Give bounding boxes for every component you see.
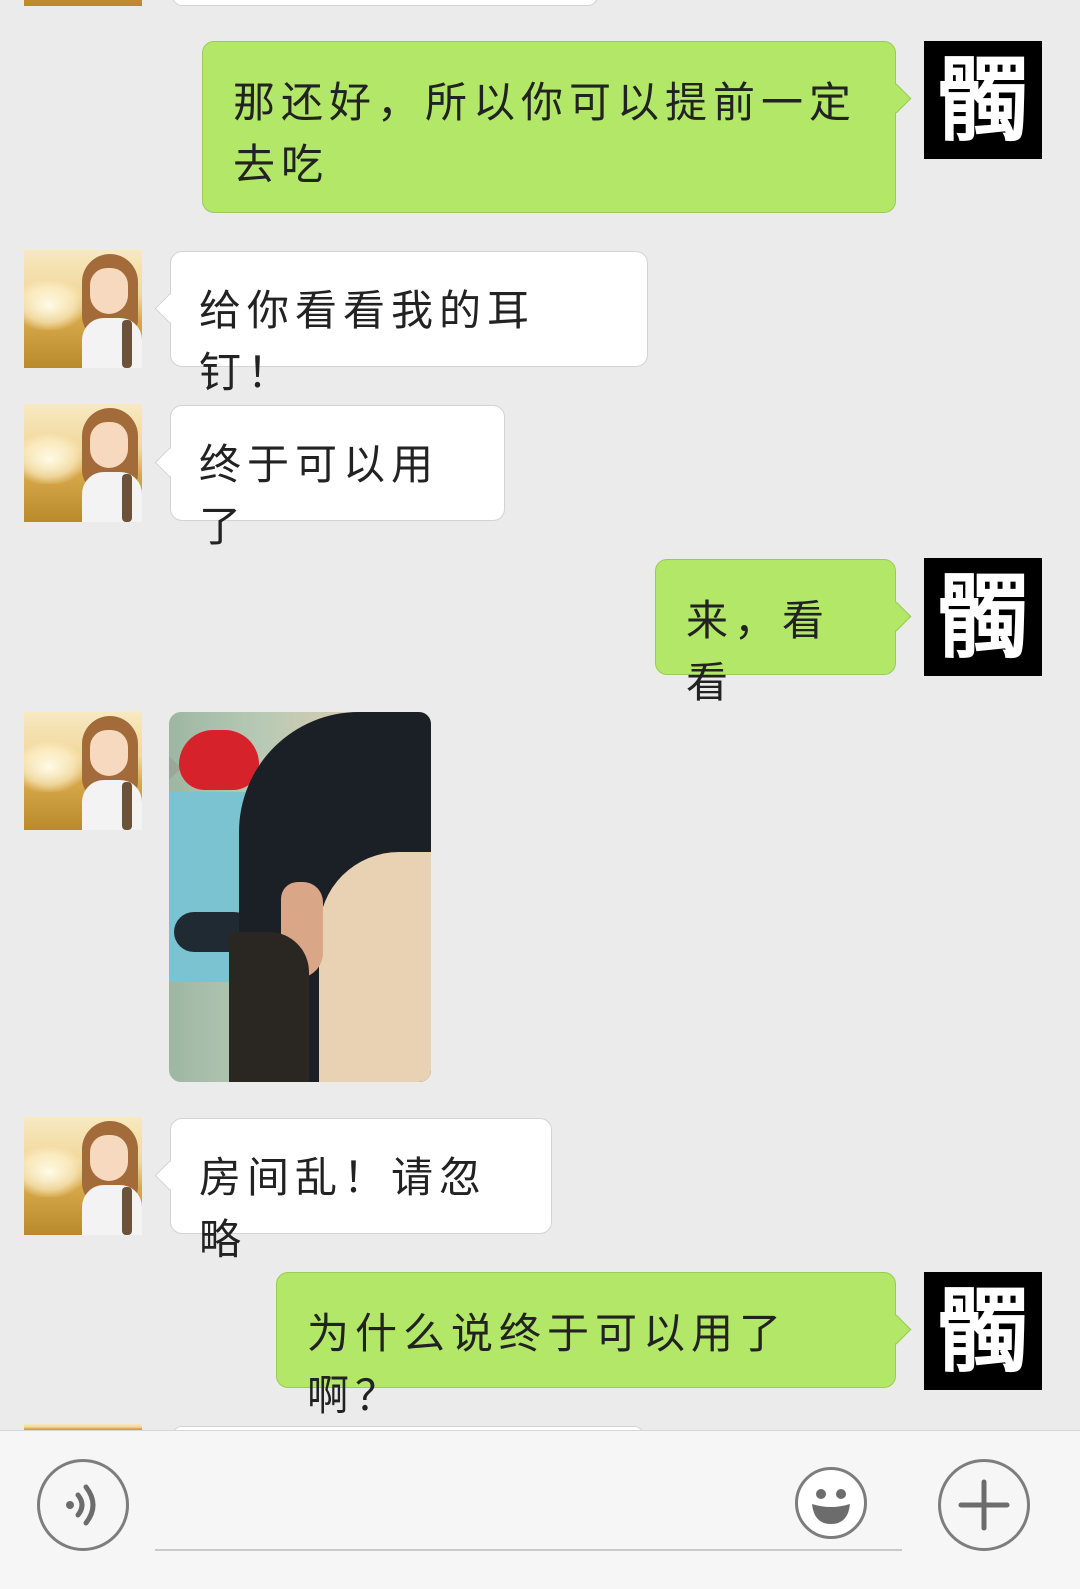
message-text: 来，看看 [686, 596, 831, 707]
avatar-face [90, 422, 128, 468]
more-options-button[interactable] [938, 1459, 1030, 1551]
photo-hair-strand [229, 932, 309, 1082]
voice-icon [66, 1484, 96, 1526]
avatar-glyph: 髑 [936, 46, 1029, 154]
emoji-button[interactable] [795, 1467, 867, 1539]
message-list[interactable]: 那还好，所以你可以提前一定去吃 髑 给你看看我的耳钉！ 终于可以用了 来，看看 … [0, 0, 1080, 1430]
photo-red-object [179, 730, 259, 790]
avatar-bag-strap [122, 782, 132, 830]
photo-neck [319, 852, 431, 1082]
plus-icon [958, 1479, 1010, 1531]
voice-button[interactable] [37, 1459, 129, 1551]
message-bubble-incoming[interactable]: 终于可以用了 [170, 405, 505, 551]
avatar-shirt [82, 318, 142, 368]
my-avatar[interactable]: 髑 [924, 41, 1042, 159]
contact-avatar[interactable] [24, 712, 142, 830]
emoji-icon [812, 1489, 850, 1524]
avatar-glyph: 髑 [936, 1277, 1029, 1385]
message-bubble-incoming[interactable]: 给你看看我的耳钉！ [170, 251, 648, 397]
avatar-sunlight [24, 280, 84, 330]
contact-avatar[interactable] [24, 250, 142, 368]
contact-avatar[interactable] [24, 1117, 142, 1235]
avatar-shirt [82, 780, 142, 830]
my-avatar[interactable]: 髑 [924, 1272, 1042, 1390]
chat-screen: 那还好，所以你可以提前一定去吃 髑 给你看看我的耳钉！ 终于可以用了 来，看看 … [0, 0, 1080, 1589]
message-bubble-outgoing[interactable]: 来，看看 [655, 559, 896, 707]
message-input[interactable] [155, 1549, 902, 1551]
message-bubble-incoming[interactable]: 房间乱！请忽略 [170, 1118, 552, 1264]
avatar-face [90, 730, 128, 776]
avatar-sunlight [24, 434, 84, 484]
avatar-face [90, 1135, 128, 1181]
message-bubble-outgoing[interactable]: 那还好，所以你可以提前一定去吃 [202, 41, 896, 213]
contact-avatar[interactable] [24, 404, 142, 522]
my-avatar[interactable]: 髑 [924, 558, 1042, 676]
avatar-face [90, 268, 128, 314]
avatar-sunlight [24, 1147, 84, 1197]
image-message[interactable] [169, 712, 431, 1082]
contact-avatar[interactable] [24, 0, 142, 6]
message-text: 房间乱！请忽略 [199, 1153, 488, 1264]
avatar-shirt [82, 472, 142, 522]
message-bubble-outgoing[interactable]: 为什么说终于可以用了啊？ [276, 1272, 896, 1420]
message-text: 给你看看我的耳钉！ [199, 286, 536, 397]
message-text: 终于可以用了 [199, 440, 440, 551]
message-text: 那还好，所以你可以提前一定去吃 [233, 78, 858, 189]
avatar-shirt [82, 1185, 142, 1235]
avatar-bag-strap [122, 320, 132, 368]
message-text: 为什么说终于可以用了啊？ [307, 1309, 788, 1420]
partial-message-bubble [172, 0, 598, 6]
avatar-sunlight [24, 742, 84, 792]
avatar-glyph: 髑 [936, 563, 1029, 671]
avatar-bag-strap [122, 474, 132, 522]
input-toolbar [0, 1430, 1080, 1589]
avatar-bag-strap [122, 1187, 132, 1235]
